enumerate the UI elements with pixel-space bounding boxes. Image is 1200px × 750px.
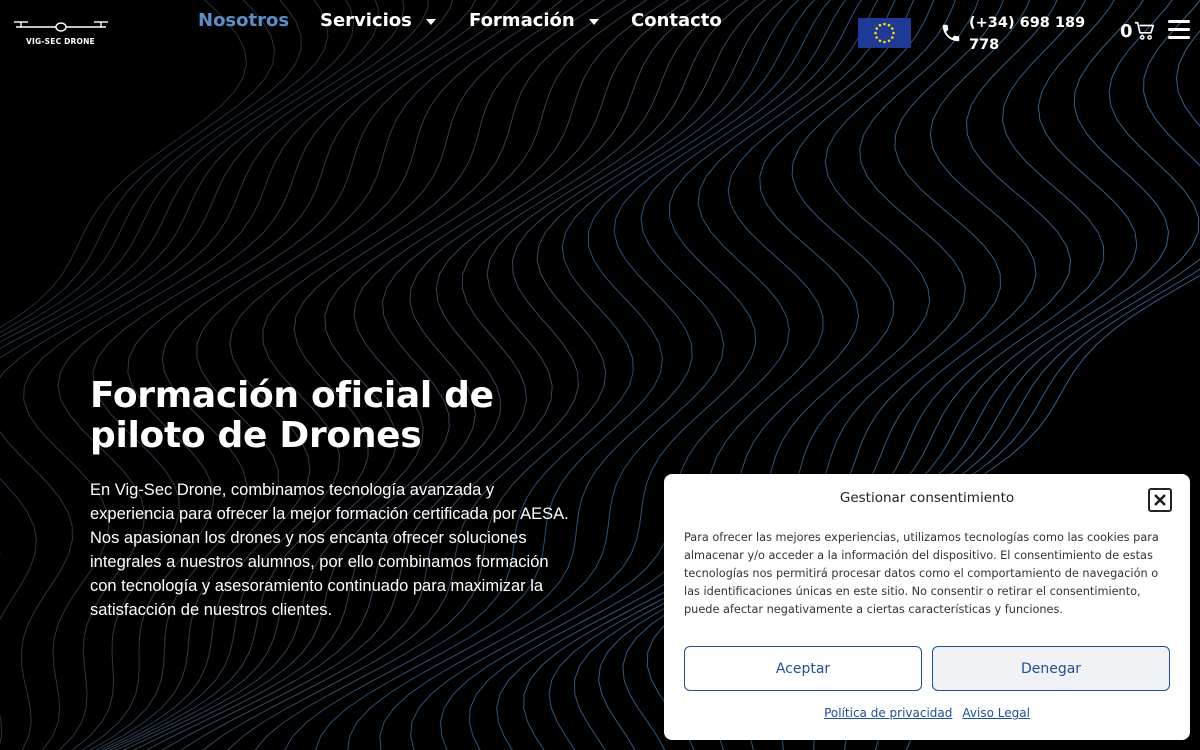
cart-icon xyxy=(1134,21,1154,40)
nav-item-servicios[interactable]: Servicios xyxy=(320,10,436,31)
nav-item-nosotros[interactable]: Nosotros xyxy=(198,10,289,31)
cookie-consent-dialog: Gestionar consentimiento Para ofrecer la… xyxy=(664,474,1190,740)
drone-logo-icon xyxy=(14,21,108,32)
caret-down-icon xyxy=(425,18,436,25)
nav-item-label: Contacto xyxy=(631,9,722,31)
close-icon xyxy=(1154,494,1166,506)
logo-text: VIG-SEC DRONE xyxy=(26,37,95,46)
nav-item-label: Formación xyxy=(469,9,575,31)
cart-button[interactable]: 0 xyxy=(1120,20,1156,42)
caret-down-icon xyxy=(588,18,599,25)
nav-item-label: Servicios xyxy=(320,9,412,31)
hero-title: Formación oficial de piloto de Drones xyxy=(90,375,494,456)
deny-button[interactable]: Denegar xyxy=(932,646,1170,691)
nav-item-contacto[interactable]: Contacto xyxy=(631,10,722,31)
cart-count: 0 xyxy=(1120,20,1133,42)
phone-contact[interactable]: (+34) 698 189 778 xyxy=(940,12,1085,53)
phone-number[interactable]: (+34) 698 189 778 xyxy=(969,12,1089,56)
privacy-policy-link[interactable]: Política de privacidad xyxy=(824,706,952,720)
consent-body: Para ofrecer las mejores experiencias, u… xyxy=(684,531,1159,616)
site-logo[interactable]: VIG-SEC DRONE xyxy=(14,18,108,48)
close-button[interactable] xyxy=(1148,488,1172,512)
site-header: VIG-SEC DRONE Nosotros Servicios Formaci… xyxy=(0,0,1200,66)
accept-button[interactable]: Aceptar xyxy=(684,646,922,691)
legal-notice-link[interactable]: Aviso Legal xyxy=(962,706,1030,720)
consent-title: Gestionar consentimiento xyxy=(839,490,1015,506)
consent-links: Política de privacidad Aviso Legal xyxy=(664,706,1190,720)
eu-flag-icon[interactable] xyxy=(858,18,911,48)
hero-description: En Vig-Sec Drone, combinamos tecnología … xyxy=(90,481,569,619)
hamburger-icon[interactable] xyxy=(1168,20,1190,40)
phone-icon xyxy=(942,24,960,42)
nav-item-formacion[interactable]: Formación xyxy=(469,10,599,31)
nav-item-label: Nosotros xyxy=(198,9,290,31)
